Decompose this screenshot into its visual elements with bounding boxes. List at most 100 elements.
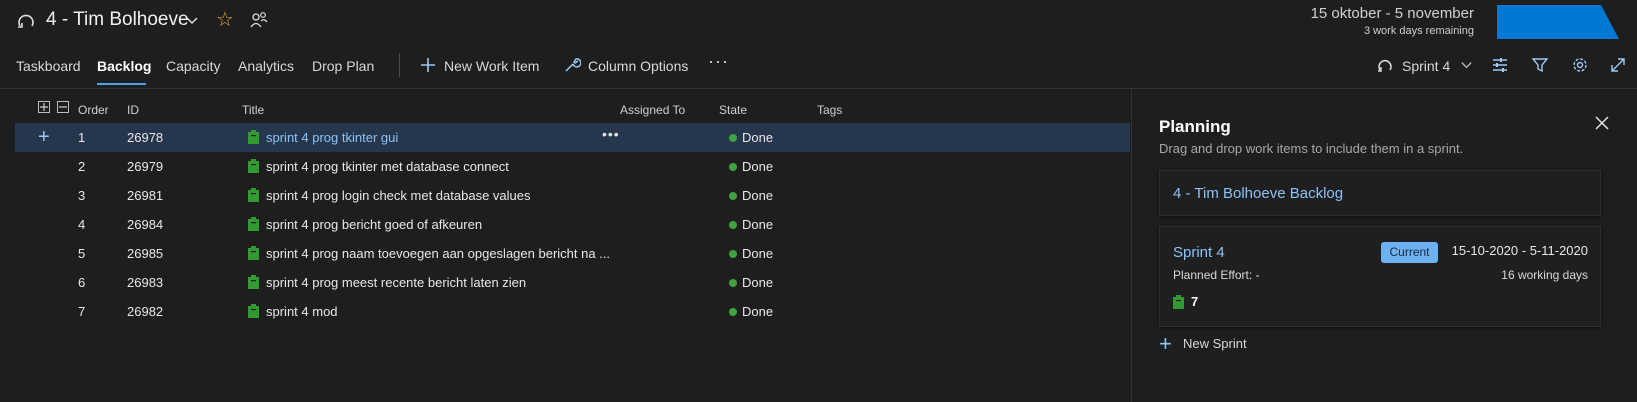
expand-all-button[interactable] [38, 101, 50, 113]
wrench-icon[interactable] [563, 56, 581, 74]
backlog-card[interactable]: 4 - Tim Bolhoeve Backlog [1159, 170, 1601, 216]
row-order: 1 [78, 130, 86, 145]
row-order: 3 [78, 188, 86, 203]
table-row[interactable]: 2 26979 sprint 4 prog tkinter met databa… [15, 152, 1130, 181]
product-backlog-item-icon [248, 246, 259, 260]
current-badge: Current [1381, 242, 1438, 263]
state-done-indicator [729, 221, 737, 229]
row-id: 26978 [127, 130, 164, 145]
state-done-indicator [729, 134, 737, 142]
product-backlog-item-icon [248, 188, 259, 202]
table-row[interactable]: 3 26981 sprint 4 prog login check met da… [15, 181, 1130, 210]
backlog-grid: Order ID Title Assigned To State Tags + … [0, 89, 1131, 402]
row-context-menu-icon[interactable]: ••• [602, 126, 620, 142]
item-count: 7 [1191, 294, 1199, 309]
table-row[interactable]: 4 26984 sprint 4 prog bericht goed of af… [15, 210, 1130, 239]
tab-backlog[interactable]: Backlog [97, 58, 151, 74]
favorite-star-icon[interactable]: ☆ [216, 9, 234, 31]
chevron-down-icon[interactable] [185, 13, 199, 27]
filter-icon[interactable] [1531, 56, 1549, 74]
table-row[interactable]: 5 26985 sprint 4 prog naam toevoegen aan… [15, 239, 1130, 268]
row-state: Done [742, 275, 774, 290]
tab-taskboard[interactable]: Taskboard [16, 58, 81, 74]
column-header-tags[interactable]: Tags [817, 103, 842, 117]
product-backlog-item-icon [248, 130, 259, 144]
table-row[interactable]: + 1 26978 sprint 4 prog tkinter gui ••• … [15, 123, 1130, 152]
working-days: 16 working days [1501, 268, 1588, 282]
state-done-indicator [729, 163, 737, 171]
column-header-assigned-to[interactable]: Assigned To [620, 103, 685, 117]
column-header-id[interactable]: ID [127, 103, 139, 117]
backlog-card-label[interactable]: 4 - Tim Bolhoeve Backlog [1173, 185, 1343, 202]
product-backlog-item-icon [1173, 295, 1184, 309]
tab-analytics[interactable]: Analytics [238, 58, 294, 74]
add-child-icon[interactable]: + [38, 126, 50, 149]
chevron-down-icon[interactable] [1460, 58, 1473, 71]
column-options-button[interactable]: Column Options [588, 58, 688, 74]
table-row[interactable]: 7 26982 sprint 4 mod Done [15, 297, 1130, 326]
sprint-cycle-icon [18, 14, 34, 28]
row-state: Done [742, 130, 774, 145]
gear-icon[interactable] [1571, 56, 1589, 74]
toolbar: Taskboard Backlog Capacity Analytics Dro… [0, 48, 1637, 86]
planning-title: Planning [1159, 117, 1231, 136]
row-id: 26985 [127, 246, 164, 261]
state-done-indicator [729, 279, 737, 287]
team-members-icon[interactable] [250, 11, 268, 29]
fullscreen-icon[interactable] [1609, 56, 1627, 74]
row-order: 7 [78, 304, 86, 319]
close-icon[interactable] [1594, 115, 1610, 131]
row-state: Done [742, 188, 774, 203]
row-title[interactable]: sprint 4 mod [266, 304, 338, 319]
row-id: 26979 [127, 159, 164, 174]
sprint-cycle-icon[interactable] [1376, 56, 1394, 74]
header: 4 - Tim Bolhoeve ☆ 15 oktober - 5 novemb… [0, 0, 1637, 42]
row-id: 26982 [127, 304, 164, 319]
planning-panel: Planning Drag and drop work items to inc… [1131, 89, 1637, 402]
row-id: 26981 [127, 188, 164, 203]
row-order: 5 [78, 246, 86, 261]
row-title[interactable]: sprint 4 prog meest recente bericht late… [266, 275, 526, 290]
product-backlog-item-icon [248, 217, 259, 231]
row-order: 2 [78, 159, 86, 174]
row-title[interactable]: sprint 4 prog login check met database v… [266, 188, 531, 203]
sprint-card-name[interactable]: Sprint 4 [1173, 244, 1225, 261]
column-header-state[interactable]: State [719, 103, 747, 117]
row-title[interactable]: sprint 4 prog tkinter met database conne… [266, 159, 509, 174]
column-header-title[interactable]: Title [242, 103, 264, 117]
product-backlog-item-icon [248, 304, 259, 318]
sprint-card[interactable]: Sprint 4 Current 15-10-2020 - 5-11-2020 … [1159, 226, 1601, 327]
row-state: Done [742, 304, 774, 319]
product-backlog-item-icon [248, 275, 259, 289]
collapse-all-button[interactable] [57, 101, 69, 113]
state-done-indicator [729, 192, 737, 200]
row-id: 26984 [127, 217, 164, 232]
row-id: 26983 [127, 275, 164, 290]
more-icon[interactable]: ··· [708, 51, 729, 72]
work-days-remaining: 3 work days remaining [1363, 25, 1474, 37]
selected-tab-indicator [97, 83, 146, 85]
row-order: 6 [78, 275, 86, 290]
table-row[interactable]: 6 26983 sprint 4 prog meest recente beri… [15, 268, 1130, 297]
product-backlog-item-icon [248, 159, 259, 173]
new-sprint-button[interactable]: New Sprint [1183, 336, 1247, 351]
team-name[interactable]: 4 - Tim Bolhoeve [46, 9, 189, 31]
sprint-picker[interactable]: Sprint 4 [1402, 58, 1450, 74]
toolbar-divider [399, 53, 400, 77]
row-title[interactable]: sprint 4 prog bericht goed of afkeuren [266, 217, 482, 232]
settings-sliders-icon[interactable] [1491, 56, 1509, 74]
row-title[interactable]: sprint 4 prog tkinter gui [266, 130, 398, 145]
tab-drop-plan[interactable]: Drop Plan [312, 58, 374, 74]
column-header-order[interactable]: Order [78, 103, 109, 117]
row-state: Done [742, 217, 774, 232]
burndown-thumbnail[interactable] [1497, 5, 1619, 39]
plus-icon[interactable] [419, 56, 437, 74]
plus-icon [40, 103, 48, 111]
new-work-item-button[interactable]: New Work Item [444, 58, 539, 74]
row-title[interactable]: sprint 4 prog naam toevoegen aan opgesla… [266, 246, 610, 261]
plus-icon[interactable]: + [1159, 331, 1172, 357]
tab-capacity[interactable]: Capacity [166, 58, 220, 74]
minus-icon [59, 106, 67, 108]
sprint-card-dates: 15-10-2020 - 5-11-2020 [1451, 243, 1588, 258]
sprint-dates: 15 oktober - 5 november [1310, 5, 1474, 22]
